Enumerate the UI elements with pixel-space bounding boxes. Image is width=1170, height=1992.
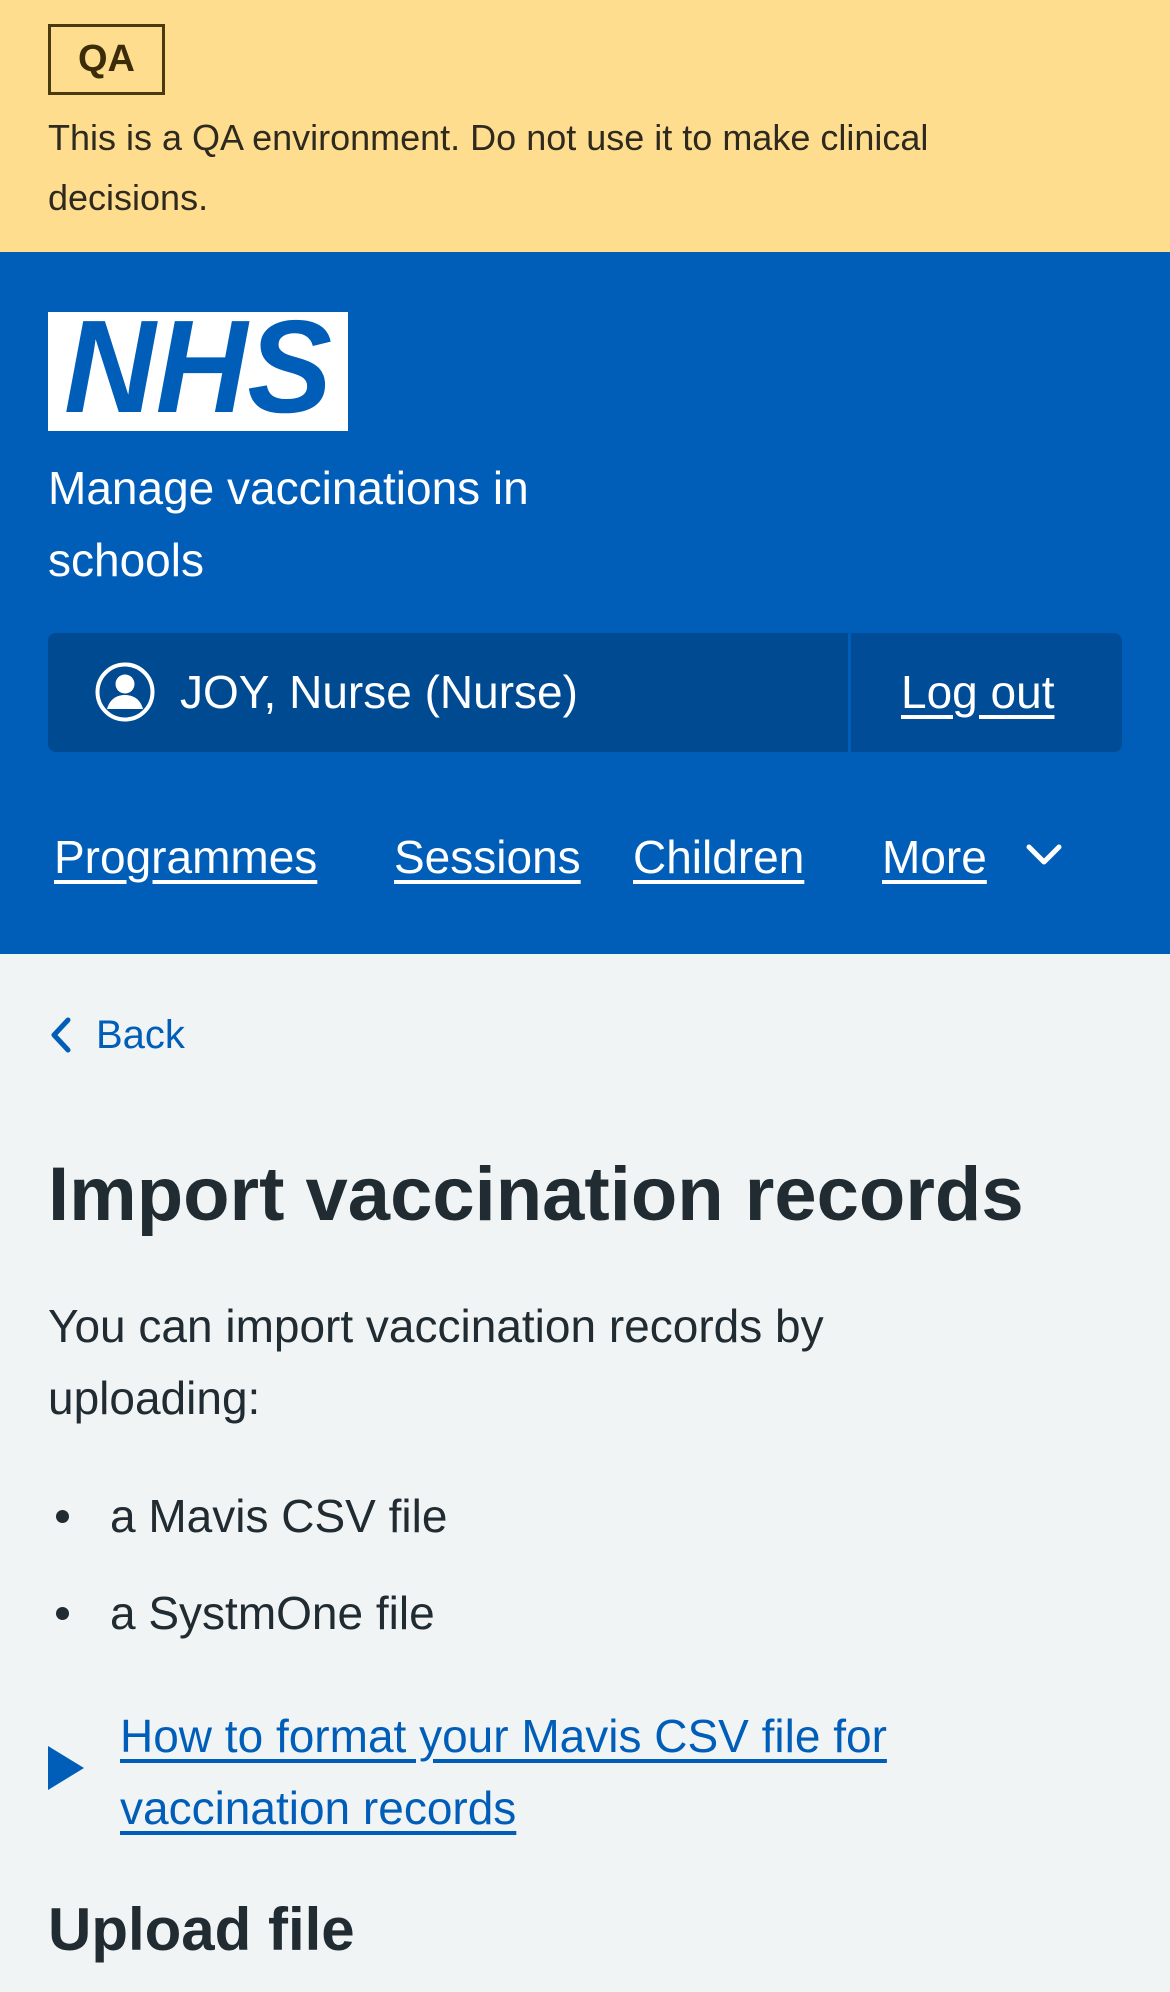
service-name[interactable]: Manage vaccinations in schools bbox=[48, 452, 688, 596]
nhs-logo[interactable]: NHS bbox=[48, 312, 348, 431]
list-item-label: a SystmOne file bbox=[110, 1587, 435, 1639]
nav-item-more[interactable]: More bbox=[882, 802, 987, 912]
triangle-right-icon[interactable] bbox=[48, 1746, 84, 1790]
svg-text:NHS: NHS bbox=[64, 312, 332, 431]
chevron-down-icon[interactable] bbox=[1024, 838, 1064, 872]
nhs-logo-icon: NHS bbox=[64, 312, 332, 431]
nav-item-sessions[interactable]: Sessions bbox=[394, 802, 581, 912]
account-bar: JOY, Nurse (Nurse) Log out bbox=[48, 633, 1122, 752]
account-user: JOY, Nurse (Nurse) bbox=[48, 633, 848, 752]
page-title: Import vaccination records bbox=[48, 1152, 1024, 1237]
list-item: a Mavis CSV file bbox=[48, 1480, 1048, 1577]
user-icon bbox=[94, 661, 156, 723]
back-link[interactable]: Back bbox=[96, 1005, 185, 1065]
list-item: a SystmOne file bbox=[48, 1577, 1048, 1674]
chevron-left-icon[interactable] bbox=[48, 1015, 74, 1055]
bullet-icon bbox=[56, 1607, 69, 1620]
account-divider bbox=[848, 633, 851, 752]
bullet-icon bbox=[56, 1510, 69, 1523]
primary-navigation: Programmes Sessions Children More bbox=[0, 802, 1170, 912]
file-type-list: a Mavis CSV file a SystmOne file bbox=[48, 1480, 1048, 1674]
logout-link[interactable]: Log out bbox=[901, 633, 1054, 752]
csv-format-details-toggle[interactable]: How to format your Mavis CSV file for va… bbox=[120, 1700, 1080, 1844]
qa-environment-banner: QA This is a QA environment. Do not use … bbox=[0, 0, 1170, 252]
nav-item-children[interactable]: Children bbox=[633, 802, 804, 912]
nav-item-programmes[interactable]: Programmes bbox=[54, 802, 317, 912]
qa-warning-text: This is a QA environment. Do not use it … bbox=[48, 117, 929, 218]
list-item-label: a Mavis CSV file bbox=[110, 1490, 448, 1542]
qa-tag: QA bbox=[48, 24, 165, 95]
upload-file-heading: Upload file bbox=[48, 1896, 355, 1963]
site-header: NHS Manage vaccinations in schools JOY, … bbox=[0, 252, 1170, 954]
intro-text: You can import vaccination records by up… bbox=[48, 1300, 824, 1424]
account-user-name: JOY, Nurse (Nurse) bbox=[180, 666, 578, 718]
